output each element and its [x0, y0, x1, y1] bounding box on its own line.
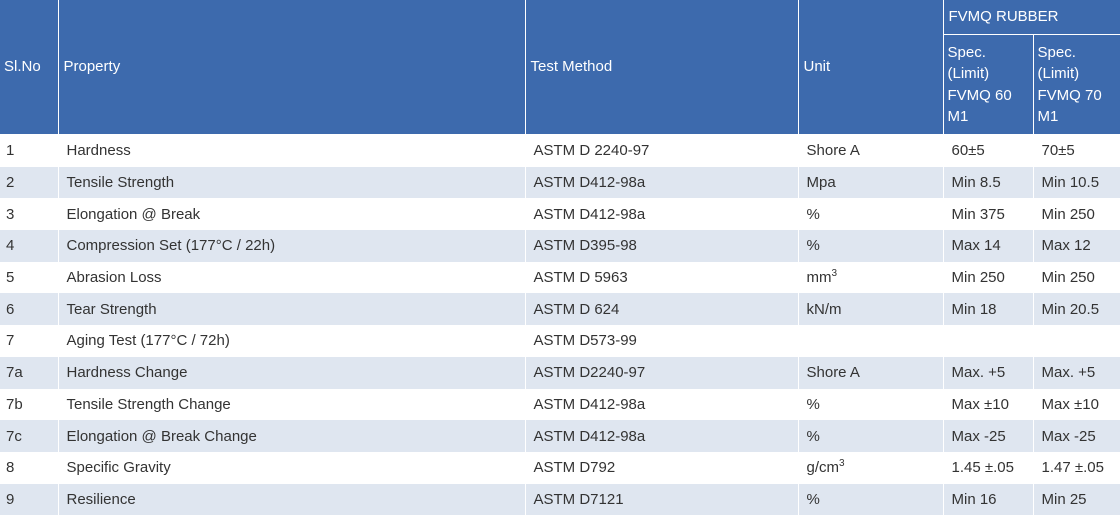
properties-table: Sl.No Property Test Method Unit FVMQ RUB…: [0, 0, 1120, 515]
cell-spec-fvmq-60: Min 375: [943, 198, 1034, 231]
cell-property: Hardness: [58, 134, 526, 167]
cell-spec-fvmq-70: Min 10.5: [1033, 166, 1120, 199]
cell-property: Tensile Strength: [58, 166, 526, 199]
table-row: 9 Resilience ASTM D7121% Min 16 Min 25: [0, 483, 1120, 515]
cell-unit: mm3: [798, 261, 944, 294]
unit-superscript: 3: [831, 268, 838, 280]
cell-spec-fvmq-60: Min 8.5: [943, 166, 1034, 199]
cell-sl-no: 4: [0, 230, 59, 262]
cell-spec-fvmq-60: Max ±10: [943, 388, 1034, 421]
cell-test-method: ASTM D412-98a: [525, 420, 799, 452]
cell-unit: g/cm3: [798, 451, 944, 484]
cell-unit: %: [798, 230, 944, 262]
cell-sl-no: 8: [0, 451, 59, 484]
cell-sl-no: 7a: [0, 356, 59, 389]
table-row: 3 Elongation @ Break ASTM D412-98a% Min 375…: [0, 198, 1120, 231]
unit-superscript: 3: [839, 458, 845, 470]
cell-unit: Shore A: [798, 356, 944, 389]
cell-sl-no: 5: [0, 261, 59, 294]
cell-spec-fvmq-70: Max. +5: [1033, 356, 1120, 389]
header-sl-no: Sl.No: [0, 0, 59, 135]
table-row: 1 Hardness ASTM D 2240-97 Shore A 60±5 70±5: [0, 134, 1120, 167]
cell-spec-fvmq-70: Min 250: [1033, 261, 1120, 294]
cell-property: Aging Test (177°C / 72h): [58, 325, 526, 357]
table-row: 7 Aging Test (177°C / 72h) ASTM D573-99: [0, 325, 1120, 357]
cell-spec-fvmq-70: 70±5: [1033, 134, 1120, 167]
cell-test-method: ASTM D573-99: [525, 325, 799, 357]
cell-test-method: ASTM D395-98: [525, 230, 799, 262]
cell-sl-no: 7b: [0, 388, 59, 421]
cell-unit: [798, 325, 944, 357]
cell-spec-fvmq-60: [943, 325, 1034, 357]
cell-spec-fvmq-60: 1.45 ±.05: [943, 451, 1034, 484]
table-row: 8 Specific Gravity ASTM D792 g/cm3 1.45 ±.05…: [0, 451, 1120, 484]
header-test-method: Test Method: [525, 0, 799, 135]
cell-sl-no: 1: [0, 134, 59, 167]
cell-test-method: ASTM D2240-97: [525, 356, 799, 389]
cell-unit: %: [798, 483, 944, 515]
header-fvmq-rubber: FVMQ RUBBER: [943, 0, 1120, 35]
header-spec-fvmq-70: Spec. (Limit) FVMQ 70 M1: [1033, 34, 1120, 135]
cell-test-method: ASTM D412-98a: [525, 388, 799, 421]
cell-spec-fvmq-60: Max. +5: [943, 356, 1034, 389]
cell-sl-no: 2: [0, 166, 59, 199]
cell-unit: Mpa: [798, 166, 944, 199]
cell-spec-fvmq-70: [1033, 325, 1120, 357]
cell-spec-fvmq-70: Min 25: [1033, 483, 1120, 515]
cell-sl-no: 6: [0, 293, 59, 326]
table-row: 5 Abrasion Loss ASTM D 5963 mm3 Min 250 Min 2…: [0, 261, 1120, 294]
cell-spec-fvmq-70: 1.47 ±.05: [1033, 451, 1120, 484]
table-body: 1 Hardness ASTM D 2240-97 Shore A 60±5 70±5 2 T…: [0, 134, 1120, 515]
cell-spec-fvmq-60: Max 14: [943, 230, 1034, 262]
cell-property: Compression Set (177°C / 22h): [58, 230, 526, 262]
cell-spec-fvmq-60: Min 250: [943, 261, 1034, 294]
table-row: 4 Compression Set (177°C / 22h) ASTM D395-…: [0, 230, 1120, 262]
cell-property: Tensile Strength Change: [58, 388, 526, 421]
cell-sl-no: 7c: [0, 420, 59, 452]
cell-spec-fvmq-60: Min 16: [943, 483, 1034, 515]
cell-test-method: ASTM D792: [525, 451, 799, 484]
cell-property: Elongation @ Break Change: [58, 420, 526, 452]
cell-unit: kN/m: [798, 293, 944, 326]
cell-test-method: ASTM D 2240-97: [525, 134, 799, 167]
cell-property: Tear Strength: [58, 293, 526, 326]
cell-test-method: ASTM D 5963: [525, 261, 799, 294]
cell-test-method: ASTM D412-98a: [525, 166, 799, 199]
cell-spec-fvmq-70: Max -25: [1033, 420, 1120, 452]
table-row: 7b Tensile Strength Change ASTM D412-98a% M…: [0, 388, 1120, 421]
table-row: 6 Tear Strength ASTM D 624 kN/m Min 18 Min 20…: [0, 293, 1120, 326]
header-spec-fvmq-60: Spec. (Limit) FVMQ 60 M1: [943, 34, 1034, 135]
cell-test-method: ASTM D7121: [525, 483, 799, 515]
cell-unit: %: [798, 198, 944, 231]
cell-test-method: ASTM D412-98a: [525, 198, 799, 231]
cell-property: Specific Gravity: [58, 451, 526, 484]
header-unit: Unit: [798, 0, 944, 135]
header-property: Property: [58, 0, 526, 135]
cell-sl-no: 3: [0, 198, 59, 231]
table-row: 7c Elongation @ Break Change ASTM D412-98a…: [0, 420, 1120, 452]
cell-spec-fvmq-60: 60±5: [943, 134, 1034, 167]
cell-spec-fvmq-70: Min 20.5: [1033, 293, 1120, 326]
cell-spec-fvmq-70: Max 12: [1033, 230, 1120, 262]
table-row: 2 Tensile Strength ASTM D412-98a Mpa Min 8.5…: [0, 166, 1120, 199]
cell-spec-fvmq-70: Max ±10: [1033, 388, 1120, 421]
table-row: 7a Hardness Change ASTM D2240-97 Shore A Max…: [0, 356, 1120, 389]
cell-property: Hardness Change: [58, 356, 526, 389]
cell-spec-fvmq-60: Min 18: [943, 293, 1034, 326]
cell-sl-no: 7: [0, 325, 59, 357]
cell-spec-fvmq-70: Min 250: [1033, 198, 1120, 231]
cell-unit: Shore A: [798, 134, 944, 167]
cell-property: Abrasion Loss: [58, 261, 526, 294]
cell-unit: %: [798, 420, 944, 452]
cell-property: Resilience: [58, 483, 526, 515]
cell-property: Elongation @ Break: [58, 198, 526, 231]
cell-spec-fvmq-60: Max -25: [943, 420, 1034, 452]
cell-test-method: ASTM D 624: [525, 293, 799, 326]
table-header: Sl.No Property Test Method Unit FVMQ RUB…: [0, 0, 1120, 135]
cell-unit: %: [798, 388, 944, 421]
cell-sl-no: 9: [0, 483, 59, 515]
